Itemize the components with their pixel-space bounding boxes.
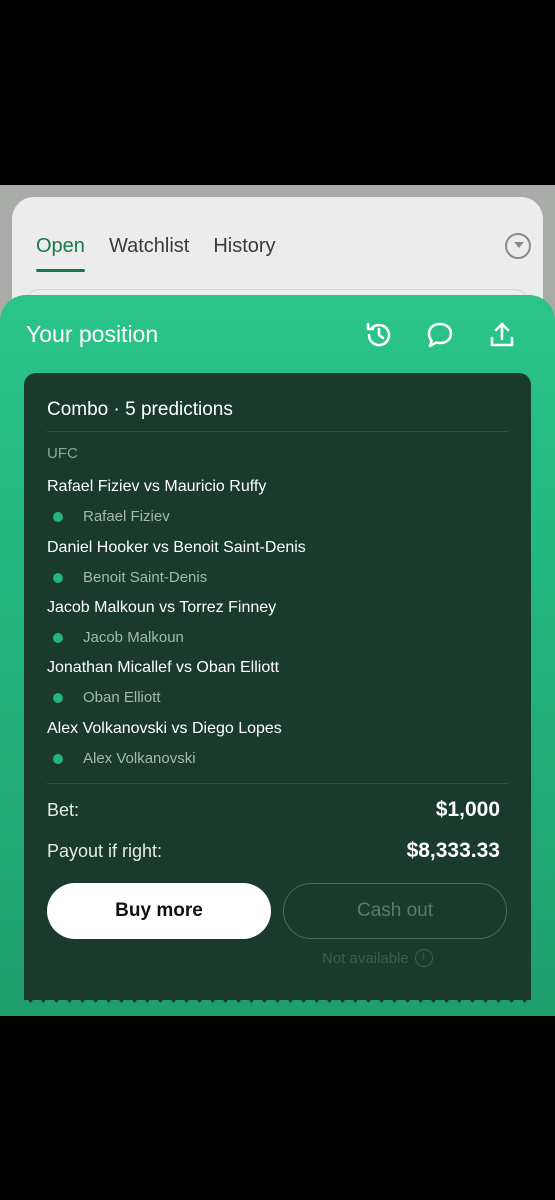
pick-dot	[53, 632, 63, 643]
app-screen: Open Watchlist History Your position Com…	[0, 185, 555, 1016]
cash-out-button[interactable]: Cash out	[283, 883, 507, 939]
comment-icon[interactable]	[424, 319, 456, 351]
buy-more-button[interactable]: Buy more	[47, 883, 271, 939]
tab-history[interactable]: History	[213, 235, 275, 272]
sheet-title: Your position	[26, 321, 159, 347]
combo-ticket: Combo · 5 predictions UFC Rafael Fiziev …	[24, 373, 531, 1000]
history-icon[interactable]	[363, 319, 395, 351]
prediction-item: Alex Volkanovski vs Diego Lopes Alex Vol…	[47, 720, 508, 767]
prediction-matchup: Daniel Hooker vs Benoit Saint-Denis	[47, 539, 306, 556]
prediction-pick: Alex Volkanovski	[83, 750, 196, 767]
prediction-matchup: Rafael Fiziev vs Mauricio Ruffy	[47, 478, 267, 495]
ticket-serrated-edge	[24, 995, 531, 1003]
payout-label: Payout if right:	[47, 840, 163, 861]
not-available-note: Not available i	[322, 949, 433, 967]
prediction-matchup: Jonathan Micallef vs Oban Elliott	[47, 659, 280, 676]
prediction-item: Rafael Fiziev vs Mauricio Ruffy Rafael F…	[47, 478, 508, 525]
bet-row: Bet: $1,000	[47, 798, 500, 822]
prediction-pick: Rafael Fiziev	[83, 508, 170, 525]
bet-value: $1,000	[435, 798, 500, 821]
league-label: UFC	[47, 445, 78, 462]
prediction-item: Jacob Malkoun vs Torrez Finney Jacob Mal…	[47, 599, 508, 646]
prediction-matchup: Alex Volkanovski vs Diego Lopes	[47, 720, 282, 737]
prediction-pick: Jacob Malkoun	[83, 629, 184, 646]
combo-title: Combo · 5 predictions	[47, 399, 233, 420]
tab-bar: Open Watchlist History	[36, 235, 276, 272]
info-icon[interactable]: i	[414, 949, 433, 967]
tab-open[interactable]: Open	[36, 235, 85, 272]
divider	[47, 431, 508, 432]
bet-label: Bet:	[47, 799, 80, 820]
share-icon[interactable]	[486, 319, 518, 351]
pick-dot	[53, 511, 63, 522]
not-available-label: Not available	[322, 949, 409, 967]
prediction-item: Jonathan Micallef vs Oban Elliott Oban E…	[47, 659, 508, 706]
prediction-matchup: Jacob Malkoun vs Torrez Finney	[47, 599, 277, 616]
prediction-pick: Oban Elliott	[83, 689, 161, 706]
divider	[47, 783, 508, 784]
prediction-pick: Benoit Saint-Denis	[83, 569, 208, 586]
chevron-down-icon[interactable]	[505, 233, 531, 259]
pick-dot	[53, 692, 63, 703]
pick-dot	[53, 572, 63, 583]
tab-watchlist[interactable]: Watchlist	[109, 235, 189, 272]
prediction-item: Daniel Hooker vs Benoit Saint-Denis Beno…	[47, 539, 508, 586]
payout-row: Payout if right: $8,333.33	[47, 839, 500, 863]
position-sheet: Your position Combo · 5 predictions UFC	[0, 295, 555, 1016]
pick-dot	[53, 753, 63, 764]
payout-value: $8,333.33	[406, 839, 500, 862]
